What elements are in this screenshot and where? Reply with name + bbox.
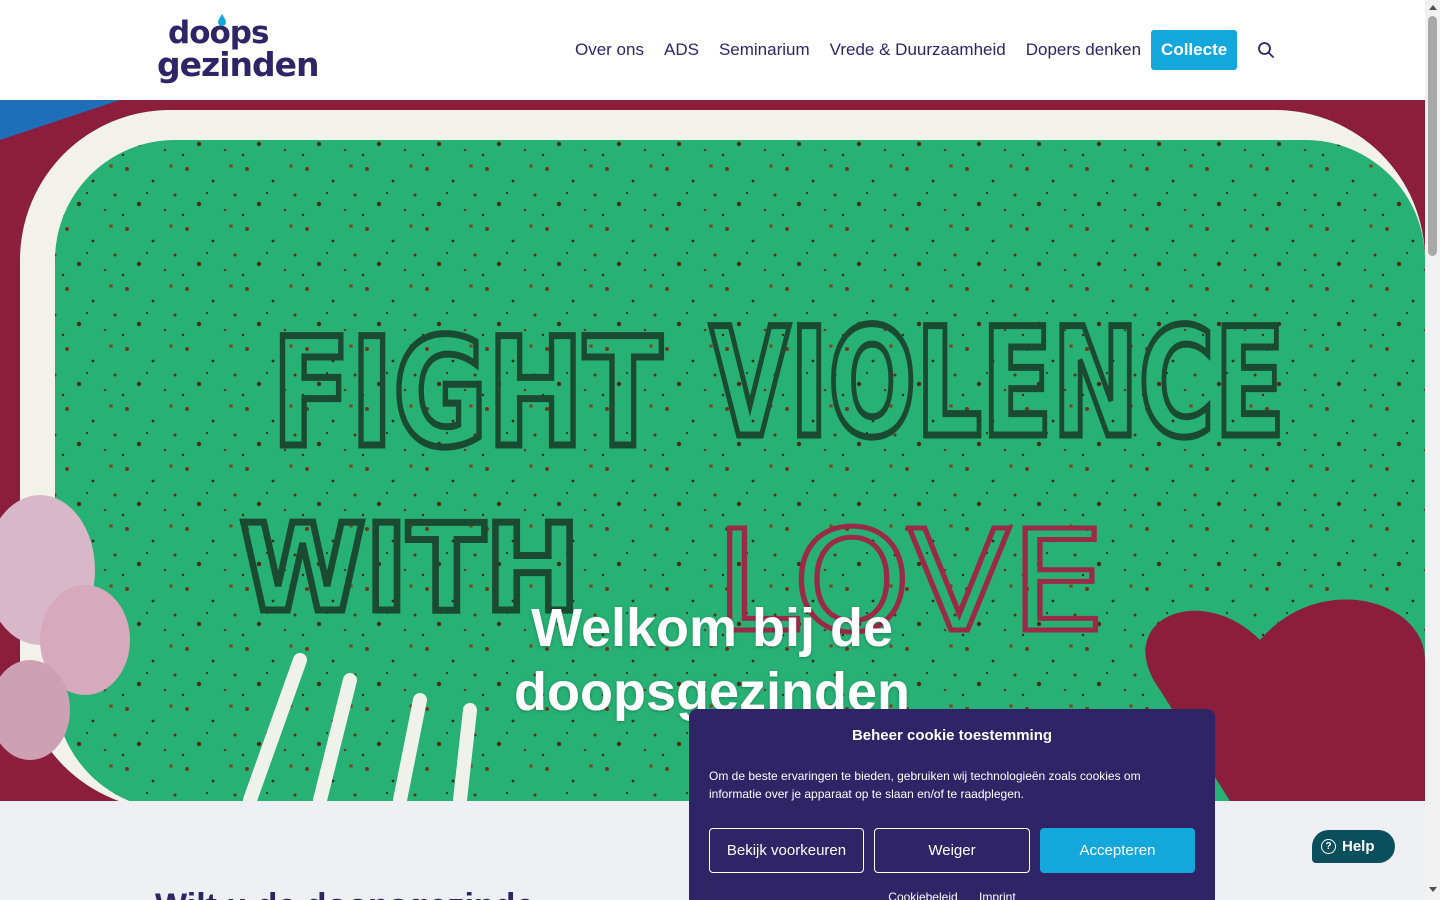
cookie-links: Cookiebeleid Imprint — [689, 890, 1215, 900]
water-drop-icon — [218, 14, 226, 26]
view-preferences-button[interactable]: Bekijk voorkeuren — [709, 828, 864, 873]
site-header: doops gezinden Over ons ADS Seminarium V… — [0, 0, 1425, 100]
nav-item-ads[interactable]: ADS — [654, 40, 709, 60]
site-logo[interactable]: doops gezinden — [157, 14, 320, 88]
intro-heading: Wilt u de doopsgezinde ... — [155, 887, 572, 900]
scrollbar-thumb[interactable] — [1428, 16, 1437, 256]
hero-title-line-1: Welkom bij de — [530, 598, 894, 658]
nav-item-dopers-denken[interactable]: Dopers denken — [1016, 40, 1151, 60]
collecte-button[interactable]: Collecte — [1151, 30, 1238, 70]
scroll-up-arrow-icon[interactable] — [1429, 5, 1437, 10]
hero-title: Welkom bij de doopsgezinden — [412, 596, 1012, 724]
page-scrollbar[interactable] — [1425, 0, 1440, 900]
accept-button[interactable]: Accepteren — [1040, 828, 1195, 873]
hero-banner: FIGHT VIOLENCE WITH LOVE Welkom bij de d… — [0, 100, 1425, 801]
main-nav: Over ons ADS Seminarium Vrede & Duurzaam… — [565, 30, 1275, 70]
nav-item-over-ons[interactable]: Over ons — [565, 40, 654, 60]
imprint-link[interactable]: Imprint — [979, 890, 1016, 900]
hero-image-text-1: FIGHT — [272, 307, 662, 481]
help-question-icon: ? — [1321, 839, 1336, 854]
help-label: Help — [1342, 838, 1375, 855]
deny-button[interactable]: Weiger — [874, 828, 1030, 873]
cookie-consent-dialog: Beheer cookie toestemming Om de beste er… — [689, 709, 1215, 900]
hero-image-text-2: VIOLENCE — [710, 297, 1285, 471]
nav-item-vrede-duurzaamheid[interactable]: Vrede & Duurzaamheid — [820, 40, 1016, 60]
scroll-down-arrow-icon[interactable] — [1429, 887, 1437, 892]
search-icon[interactable] — [1257, 41, 1275, 59]
cookie-description: Om de beste ervaringen te bieden, gebrui… — [709, 769, 1141, 801]
logo-line-2: gezinden — [157, 45, 320, 84]
help-button[interactable]: ? Help — [1312, 830, 1395, 863]
cookie-title: Beheer cookie toestemming — [851, 727, 1053, 744]
nav-item-seminarium[interactable]: Seminarium — [709, 40, 820, 60]
cookie-policy-link[interactable]: Cookiebeleid — [888, 890, 957, 900]
